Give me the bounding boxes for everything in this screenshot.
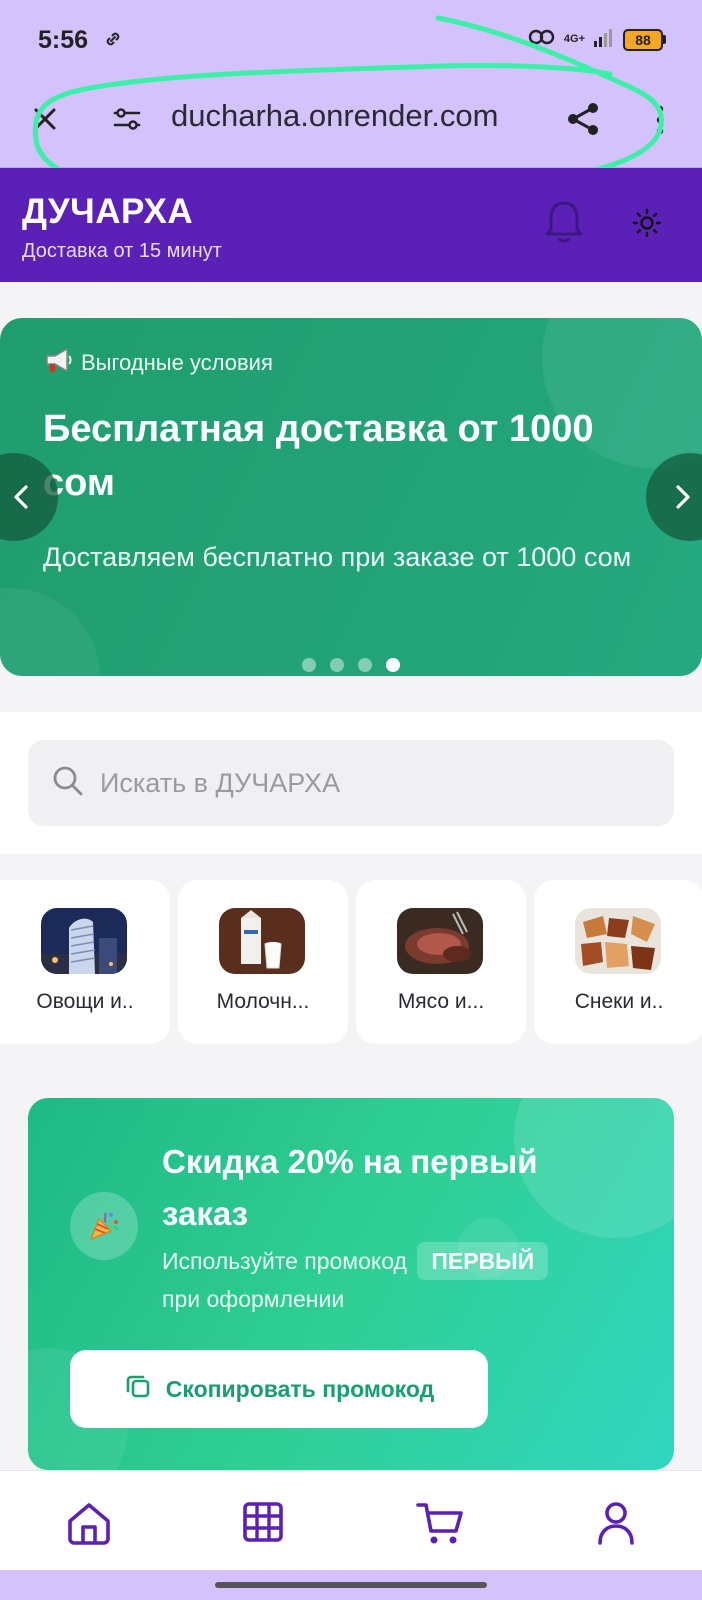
gesture-bar [0, 1570, 702, 1600]
carousel-dot-active[interactable] [386, 658, 400, 672]
hotspot-icon [528, 26, 556, 53]
copy-promo-label: Скопировать промокод [165, 1375, 435, 1402]
category-label: Снеки и.. [574, 990, 664, 1013]
category-image [397, 908, 483, 974]
megaphone-icon [43, 346, 73, 380]
status-time: 5:56 [38, 26, 89, 54]
copy-promo-button[interactable]: Скопировать промокод [70, 1350, 488, 1428]
bell-icon[interactable] [543, 199, 585, 250]
category-image [41, 908, 127, 974]
search-input[interactable] [100, 767, 660, 799]
promo-text-after: при оформлении [162, 1286, 345, 1312]
carousel-dot[interactable] [302, 658, 316, 672]
category-card-meat[interactable]: Мясо и... [356, 880, 526, 1044]
category-card-vegetables[interactable]: Овощи и.. [0, 880, 170, 1044]
promo-title: Скидка 20% на первый заказ [162, 1143, 538, 1232]
category-image [219, 908, 305, 974]
signal-icon [593, 27, 615, 52]
promo-text-before: Используйте промокод [162, 1248, 407, 1274]
party-popper-icon [70, 1192, 138, 1260]
category-card-dairy[interactable]: Молочн... [178, 880, 348, 1044]
link-icon [104, 30, 122, 53]
category-card-snacks[interactable]: Снеки и.. [534, 880, 702, 1044]
brand-subtitle: Доставка от 15 минут [22, 240, 222, 262]
hero-tag: Выгодные условия [43, 346, 273, 380]
browser-toolbar: ducharha.onrender.com [0, 78, 702, 168]
network-type: 4G+ [563, 33, 585, 45]
hero-tag-label: Выгодные условия [81, 350, 273, 375]
cart-icon[interactable] [416, 1501, 464, 1552]
search-icon [52, 765, 84, 802]
home-gesture-handle[interactable] [215, 1582, 487, 1588]
hero-description: Доставляем бесплатно при заказе от 1000 … [43, 542, 632, 572]
chevron-left-icon [14, 485, 28, 509]
battery-icon: 88 [623, 28, 666, 51]
bottom-nav [0, 1470, 702, 1570]
search-section [0, 712, 702, 854]
status-bar: 5:56 4G+ 88 [0, 0, 702, 78]
carousel-dot[interactable] [330, 658, 344, 672]
promo-code-badge: ПЕРВЫЙ [417, 1242, 549, 1280]
category-label: Мясо и... [397, 990, 485, 1013]
category-image [575, 908, 661, 974]
search-box[interactable] [28, 740, 674, 826]
category-label: Овощи и.. [36, 990, 134, 1013]
promo-text: Используйте промокод ПЕРВЫЙ при оформлен… [162, 1242, 622, 1318]
site-settings-icon[interactable] [112, 104, 142, 139]
battery-level: 88 [623, 28, 663, 51]
promo-card: Скидка 20% на первый заказ Используйте п… [28, 1098, 674, 1470]
address-bar-url[interactable]: ducharha.onrender.com [171, 98, 498, 134]
app-header: ДУЧАРХА Доставка от 15 минут [0, 168, 702, 282]
share-icon[interactable] [564, 99, 604, 144]
category-carousel: Овощи и.. Молочн... Мясо и... Снеки и.. [0, 880, 702, 1044]
close-icon[interactable] [28, 102, 62, 141]
more-vert-icon[interactable] [655, 104, 665, 141]
grid-icon[interactable] [242, 1501, 284, 1548]
sun-icon[interactable] [632, 208, 662, 243]
category-label: Молочн... [216, 990, 310, 1013]
copy-icon [124, 1372, 152, 1406]
hero-title: Бесплатная доставка от 1000 сом [43, 408, 594, 504]
carousel-dot[interactable] [358, 658, 372, 672]
chevron-right-icon [676, 485, 690, 509]
brand-title[interactable]: ДУЧАРХА [22, 192, 193, 232]
user-icon[interactable] [596, 1501, 636, 1550]
hero-banner[interactable]: Выгодные условия Бесплатная доставка от … [0, 318, 702, 676]
carousel-dots [302, 658, 400, 672]
home-icon[interactable] [66, 1501, 112, 1550]
